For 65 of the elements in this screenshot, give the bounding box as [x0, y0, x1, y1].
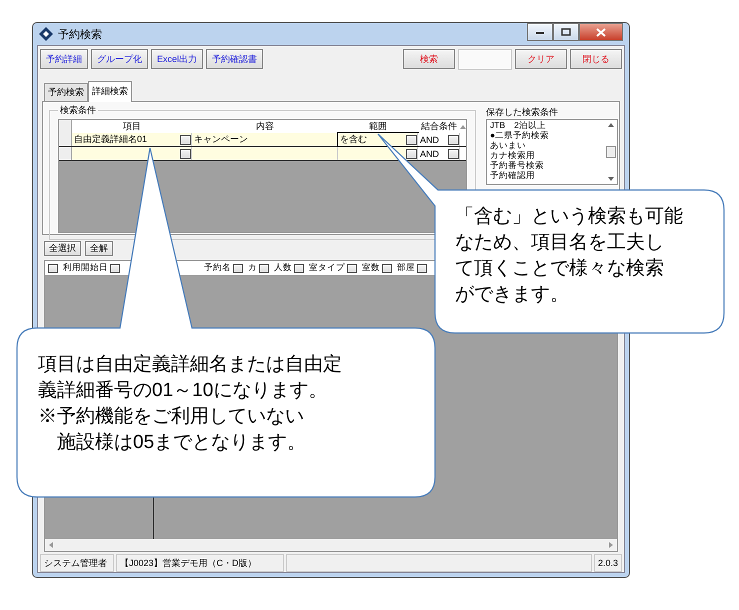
callout-note: ※予約機能をご利用していない — [38, 405, 304, 429]
blank-panel — [458, 49, 512, 70]
toolbar-button[interactable]: Excel出力 — [151, 49, 204, 69]
callout-text: ができます。 — [455, 283, 569, 307]
scrollbar[interactable] — [45, 539, 617, 551]
item-dropdown[interactable]: 自由定義詳細名01 — [72, 133, 192, 146]
list-item[interactable]: ●二県予約検索 — [490, 130, 605, 140]
select-button[interactable]: 全解 — [85, 241, 113, 256]
callout-text: 「含む」という検索も可能 — [455, 205, 683, 229]
select-button[interactable]: 全選択 — [44, 241, 81, 256]
callout-text: なため、項目名を工夫し — [455, 231, 664, 255]
status-cell: システム管理者 — [40, 554, 114, 572]
saved-title: 保存した検索条件 — [486, 106, 559, 119]
scroll-right-icon[interactable] — [609, 542, 613, 548]
column-header[interactable]: 予約名 — [204, 262, 231, 274]
content-cell[interactable] — [192, 147, 338, 160]
toolbar-button[interactable]: 検索 — [403, 49, 455, 69]
range-dropdown[interactable]: を含む — [338, 133, 418, 146]
callout-note: 施設様は05までとなります。 — [57, 431, 306, 455]
scroll-up-icon[interactable] — [608, 123, 614, 127]
column-header[interactable]: カ — [248, 262, 257, 274]
toolbar-button[interactable]: クリア — [515, 49, 567, 69]
column-header[interactable]: 部屋 — [397, 262, 415, 274]
column-header: 内容 — [255, 120, 275, 133]
diamond-icon — [39, 27, 53, 41]
list-item[interactable]: カナ検索用 — [490, 150, 605, 160]
column-header[interactable]: 利用開始日 — [63, 262, 108, 274]
join-dropdown[interactable]: AND — [418, 147, 460, 160]
list-item[interactable]: JTB 2泊以上 — [490, 120, 605, 130]
range-dropdown[interactable] — [338, 147, 418, 160]
scroll-down-icon[interactable] — [608, 177, 614, 181]
item-dropdown[interactable] — [72, 147, 192, 160]
callout-text: 義詳細番号の01～10になります。 — [38, 379, 328, 403]
column-header[interactable]: 室タイプ — [309, 262, 345, 274]
close-icon — [596, 28, 606, 36]
scroll-left-icon[interactable] — [49, 542, 53, 548]
tab[interactable]: 詳細検索 — [88, 81, 132, 102]
column-header: 範囲 — [368, 120, 388, 133]
minimize-button[interactable] — [527, 23, 553, 41]
close-button[interactable] — [579, 23, 623, 41]
content-cell[interactable]: キャンペーン — [192, 133, 338, 146]
join-dropdown[interactable]: AND — [418, 133, 460, 146]
toolbar-button[interactable]: グループ化 — [91, 49, 148, 69]
status-cell: 【J0023】営業デモ用（C・D版） — [116, 554, 284, 572]
column-header[interactable]: 人数 — [274, 262, 292, 274]
maximize-icon — [561, 28, 571, 36]
toolbar-button[interactable]: 予約詳細 — [40, 49, 88, 69]
list-item[interactable]: 予約番号検索 — [490, 160, 605, 170]
minimize-icon — [535, 29, 545, 35]
column-header: 結合条件 — [420, 120, 458, 133]
window-title: 予約検索 — [58, 28, 102, 42]
toolbar-button[interactable]: 予約確認書 — [206, 49, 264, 69]
group-title: 検索条件 — [59, 104, 97, 117]
row-header — [59, 120, 72, 133]
callout-text: 項目は自由定義詳細名または自由定 — [38, 353, 342, 377]
scrollbar-thumb[interactable] — [606, 146, 616, 158]
list-item[interactable]: あいまい — [490, 140, 605, 150]
maximize-button[interactable] — [553, 23, 579, 41]
tab[interactable]: 予約検索 — [44, 83, 88, 101]
column-header: 項目 — [122, 120, 142, 133]
column-header[interactable]: 室数 — [362, 262, 380, 274]
toolbar-button[interactable]: 閉じる — [570, 49, 622, 69]
callout-text: て頂くことで様々な検索 — [455, 257, 664, 281]
list-item[interactable]: 予約確認用 — [490, 170, 605, 180]
status-cell: 2.0.3 — [594, 554, 622, 572]
